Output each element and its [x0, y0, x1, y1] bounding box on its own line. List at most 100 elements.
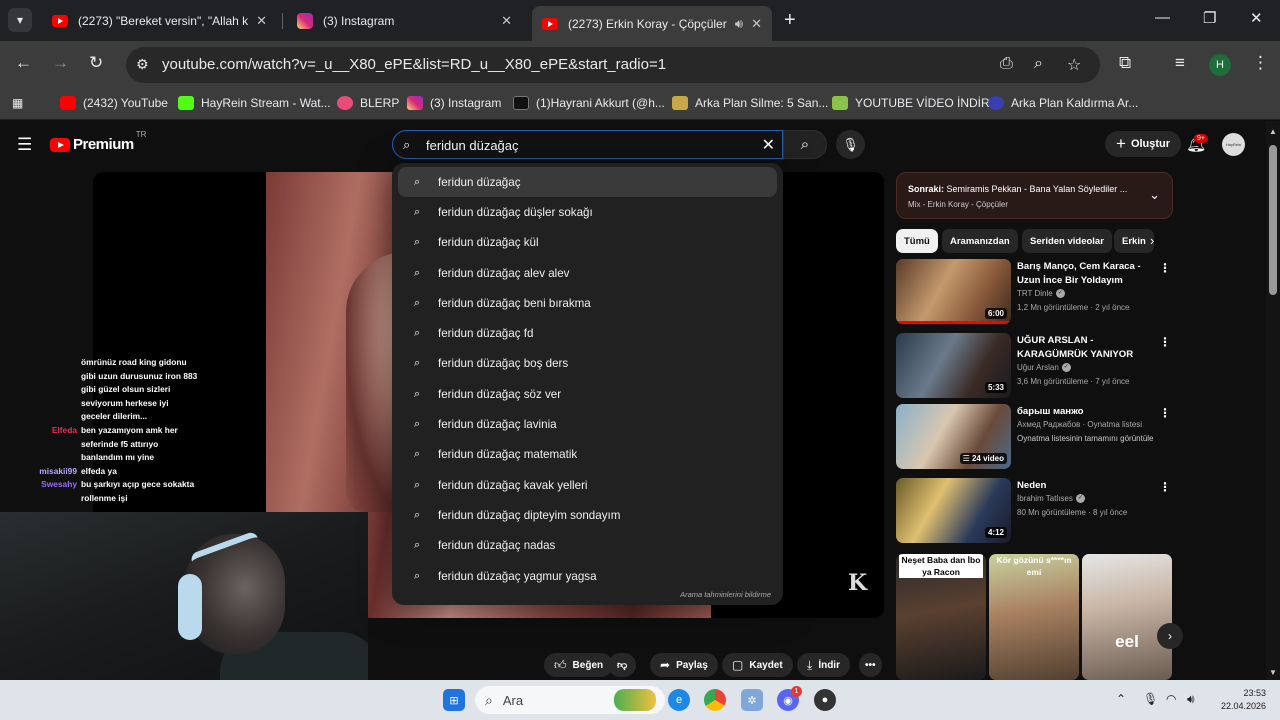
- menu-icon[interactable]: ☰: [17, 135, 32, 155]
- bookmark-kick[interactable]: HayRein Stream - Wat...: [178, 96, 331, 110]
- search-button[interactable]: ⌕: [783, 130, 827, 159]
- profile-avatar[interactable]: H: [1209, 54, 1231, 76]
- chip-series[interactable]: Seriden videolar: [1022, 229, 1112, 253]
- restore-button[interactable]: ❐: [1203, 9, 1216, 27]
- bookmark-bg-remover[interactable]: Arka Plan Kaldırma Ar...: [988, 96, 1138, 110]
- address-bar[interactable]: ⚙ youtube.com/watch?v=_u__X80_ePE&list=R…: [126, 47, 1100, 83]
- more-vertical-icon[interactable]: ⋮: [1159, 261, 1171, 275]
- more-vertical-icon[interactable]: ⋮: [1159, 335, 1171, 349]
- bookmark-tiktok[interactable]: (1)Hayrani Akkurt (@h...: [513, 96, 665, 110]
- account-avatar[interactable]: HayRein: [1222, 133, 1245, 156]
- new-tab-button[interactable]: +: [784, 9, 796, 32]
- suggestion-item[interactable]: ⌕ feridun düzağaç fd: [398, 318, 777, 348]
- window-close-button[interactable]: ✕: [1250, 9, 1263, 27]
- page-scrollbar[interactable]: ▲ ▼: [1266, 121, 1280, 680]
- media-controls-icon[interactable]: ≡: [1175, 53, 1185, 73]
- like-button[interactable]: 👍︎ Beğen: [544, 653, 614, 677]
- suggestion-item[interactable]: ⌕ feridun düzağaç yagmur yagsa: [398, 561, 777, 591]
- scroll-up-arrow-icon[interactable]: ▲: [1269, 127, 1277, 136]
- close-icon[interactable]: ✕: [751, 16, 762, 32]
- more-vertical-icon[interactable]: ⋮: [1159, 480, 1171, 494]
- suggestion-item[interactable]: ⌕ feridun düzağaç kül: [398, 228, 777, 258]
- video-title[interactable]: Barış Manço, Cem Karaca - Uzun İnce Bir …: [1017, 260, 1157, 288]
- recommendation-item[interactable]: 4:12 Neden İbrahim Tatlıses ✓ 80 Mn görün…: [896, 478, 1173, 544]
- search-value[interactable]: feridun düzağaç: [426, 138, 519, 153]
- zoom-icon[interactable]: ⌕: [1034, 55, 1043, 73]
- video-title[interactable]: Neden: [1017, 479, 1157, 493]
- suggestion-item[interactable]: ⌕ feridun düzağaç boş ders: [398, 349, 777, 379]
- tab-search-button[interactable]: ▾: [8, 8, 32, 32]
- widgets-icon[interactable]: ✲: [741, 689, 763, 711]
- clear-icon[interactable]: ✕: [762, 135, 775, 155]
- download-button[interactable]: ⤓ İndir: [797, 653, 850, 677]
- bookmark-instagram[interactable]: (3) Instagram: [407, 96, 501, 110]
- url-text[interactable]: youtube.com/watch?v=_u__X80_ePE&list=RD_…: [162, 56, 666, 73]
- wifi-icon[interactable]: ◠: [1166, 692, 1176, 706]
- windows-start-icon[interactable]: ⊞: [443, 689, 465, 711]
- taskbar-clock[interactable]: 23:53 22.04.2026: [1216, 687, 1266, 713]
- suggestion-item[interactable]: ⌕ feridun düzağaç dipteyim sondayım: [398, 500, 777, 530]
- bookmark-blerp[interactable]: BLERP: [337, 96, 399, 110]
- volume-icon[interactable]: 🔊︎: [1187, 692, 1195, 707]
- suggestion-item[interactable]: ⌕ feridun düzağaç beni bırakma: [398, 288, 777, 318]
- video-thumbnail[interactable]: 4:12: [896, 478, 1011, 543]
- suggestion-item[interactable]: ⌕ feridun düzağaç alev alev: [398, 258, 777, 288]
- bookmark-bg-remove[interactable]: Arka Plan Silme: 5 San...: [672, 96, 828, 110]
- video-thumbnail[interactable]: 6:00: [896, 259, 1011, 324]
- chevron-down-icon[interactable]: ⌄: [1149, 187, 1160, 203]
- playlist-owner[interactable]: Ахмед Раджабов · Oynatma listesi: [1017, 420, 1142, 429]
- recommendation-item[interactable]: 5:33 UĞUR ARSLAN - KARAGÜMRÜK YANIYOR Uğ…: [896, 333, 1173, 399]
- close-icon[interactable]: ✕: [256, 13, 267, 29]
- channel-name[interactable]: TRT Dinle ✓: [1017, 289, 1065, 299]
- channel-watermark-icon[interactable]: K: [848, 570, 867, 596]
- tray-overflow-icon[interactable]: ⌃: [1116, 692, 1126, 706]
- short-item[interactable]: Kör gözünü s****m emi: [989, 554, 1079, 680]
- suggestion-item[interactable]: ⌕ feridun düzağaç lavinia: [398, 409, 777, 439]
- browser-tab-1[interactable]: (2273) "Bereket versin", "Allah kazanç ✕: [42, 6, 277, 35]
- chevron-right-icon[interactable]: ›: [1157, 623, 1183, 649]
- short-item[interactable]: Neşet Baba dan İbo ya Racon: [896, 554, 986, 680]
- recommendation-item[interactable]: 6:00 Barış Manço, Cem Karaca - Uzun İnce…: [896, 259, 1173, 325]
- playlist-title[interactable]: барыш манжо: [1017, 405, 1157, 419]
- suggestion-item[interactable]: ⌕ feridun düzağaç: [398, 167, 777, 198]
- video-thumbnail[interactable]: 5:33: [896, 333, 1011, 398]
- chip-erkin[interactable]: Erkin: [1114, 229, 1154, 253]
- playlist-item[interactable]: ☰ 24 video барыш манжо Ахмед Раджабов · …: [896, 404, 1173, 470]
- minimize-button[interactable]: —: [1155, 9, 1170, 26]
- browser-tab-2[interactable]: (3) Instagram ✕: [287, 6, 522, 35]
- voice-search-button[interactable]: 🎙︎: [836, 130, 865, 159]
- search-input[interactable]: ⌕ feridun düzağaç ✕: [392, 130, 783, 159]
- channel-name[interactable]: Uğur Arslan ✓: [1017, 363, 1071, 373]
- suggestion-item[interactable]: ⌕ feridun düzağaç kavak yelleri: [398, 470, 777, 500]
- create-button[interactable]: + Oluştur: [1105, 131, 1182, 157]
- chip-from-search[interactable]: Aramanızdan: [942, 229, 1018, 253]
- playlist-thumbnail[interactable]: ☰ 24 video: [896, 404, 1011, 469]
- suggestion-item[interactable]: ⌕ feridun düzağaç söz ver: [398, 379, 777, 409]
- channel-name[interactable]: İbrahim Tatlıses ✓: [1017, 494, 1085, 504]
- up-next-banner[interactable]: Sonraki: Semiramis Pekkan - Bana Yalan S…: [896, 172, 1173, 219]
- close-icon[interactable]: ✕: [501, 13, 512, 29]
- bookmark-yt-download[interactable]: YOUTUBE VİDEO İNDİR: [832, 96, 990, 110]
- chrome-icon[interactable]: [704, 689, 726, 711]
- scrollbar-thumb[interactable]: [1269, 145, 1277, 295]
- video-title[interactable]: UĞUR ARSLAN - KARAGÜMRÜK YANIYOR: [1017, 334, 1157, 362]
- microphone-icon[interactable]: 🎙︎: [1143, 692, 1158, 706]
- chip-all[interactable]: Tümü: [896, 229, 938, 253]
- obs-icon[interactable]: ●: [814, 689, 836, 711]
- extensions-icon[interactable]: ⧉: [1119, 53, 1131, 73]
- scroll-down-arrow-icon[interactable]: ▼: [1269, 668, 1277, 677]
- browser-tab-3-active[interactable]: (2273) Erkin Koray - Çöpçüler 🔊︎ ✕: [532, 6, 772, 41]
- youtube-logo[interactable]: Premium TR: [50, 130, 146, 153]
- edge-icon[interactable]: e: [668, 689, 690, 711]
- save-button[interactable]: ▢ Kaydet: [722, 653, 793, 677]
- forward-button[interactable]: →: [52, 53, 69, 73]
- more-vertical-icon[interactable]: ⋮: [1159, 406, 1171, 420]
- view-full-playlist-link[interactable]: Oynatma listesinin tamamını görüntüle: [1017, 434, 1154, 443]
- suggestion-item[interactable]: ⌕ feridun düzağaç nadas: [398, 531, 777, 561]
- chevron-right-icon[interactable]: ›: [1150, 233, 1154, 248]
- more-actions-button[interactable]: •••: [859, 653, 882, 677]
- install-app-icon[interactable]: ⎙: [1000, 55, 1013, 73]
- report-predictions-link[interactable]: Arama tahminlerini bildirme: [680, 590, 771, 599]
- apps-grid-icon[interactable]: ▦: [12, 96, 23, 110]
- browser-menu-icon[interactable]: ⋮: [1252, 53, 1269, 73]
